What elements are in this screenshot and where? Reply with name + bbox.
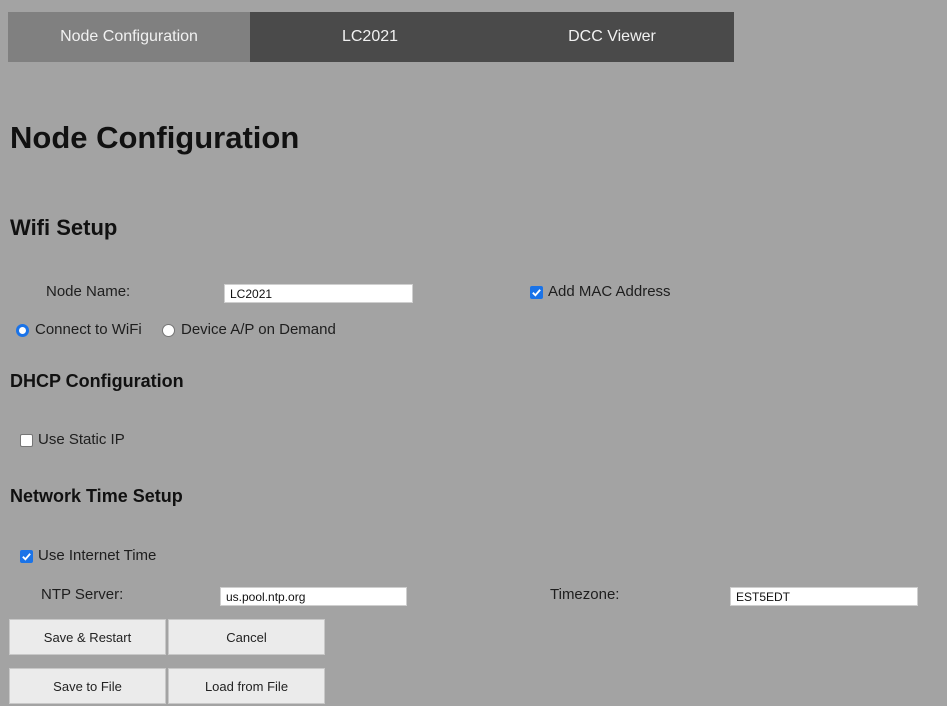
save-restart-button[interactable]: Save & Restart bbox=[9, 619, 166, 655]
node-name-input[interactable] bbox=[224, 284, 413, 303]
use-static-ip-checkbox[interactable] bbox=[20, 434, 33, 447]
network-time-setup-heading: Network Time Setup bbox=[10, 486, 183, 506]
connect-to-wifi-label: Connect to WiFi bbox=[35, 321, 142, 338]
device-ap-on-demand-radio[interactable] bbox=[162, 324, 175, 337]
load-from-file-button[interactable]: Load from File bbox=[168, 668, 325, 704]
ntp-server-label: NTP Server: bbox=[41, 586, 124, 603]
tab-node-configuration[interactable]: Node Configuration bbox=[8, 12, 250, 62]
dhcp-configuration-heading: DHCP Configuration bbox=[10, 371, 184, 391]
cancel-button[interactable]: Cancel bbox=[168, 619, 325, 655]
timezone-label: Timezone: bbox=[550, 586, 620, 603]
wifi-setup-heading: Wifi Setup bbox=[10, 215, 118, 240]
timezone-input[interactable] bbox=[730, 587, 918, 606]
save-to-file-button[interactable]: Save to File bbox=[9, 668, 166, 704]
tab-dcc-viewer[interactable]: DCC Viewer bbox=[490, 12, 734, 62]
use-internet-time-checkbox[interactable] bbox=[20, 550, 33, 563]
node-name-label: Node Name: bbox=[46, 283, 131, 300]
checkmark-icon bbox=[532, 289, 541, 297]
use-static-ip-label: Use Static IP bbox=[38, 431, 125, 448]
page-title: Node Configuration bbox=[10, 120, 300, 155]
tab-bar: Node Configuration LC2021 DCC Viewer bbox=[8, 12, 734, 62]
tab-lc2021[interactable]: LC2021 bbox=[250, 12, 490, 62]
ntp-server-input[interactable] bbox=[220, 587, 407, 606]
device-ap-on-demand-label: Device A/P on Demand bbox=[181, 321, 336, 338]
connect-to-wifi-radio[interactable] bbox=[16, 324, 29, 337]
add-mac-address-label: Add MAC Address bbox=[548, 283, 671, 300]
add-mac-address-checkbox[interactable] bbox=[530, 286, 543, 299]
use-internet-time-label: Use Internet Time bbox=[38, 547, 157, 564]
checkmark-icon bbox=[22, 553, 31, 561]
